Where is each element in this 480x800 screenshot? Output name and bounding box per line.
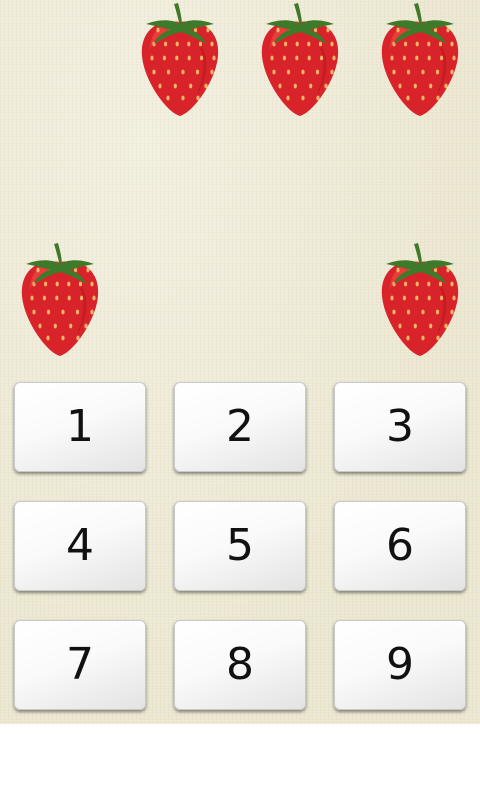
number-key-4[interactable]: 4 <box>14 501 146 591</box>
fruit-slot <box>0 120 120 240</box>
strawberry-icon <box>381 3 459 116</box>
fruit-slot <box>0 240 120 360</box>
strawberry-icon <box>261 3 339 116</box>
fruit-slot <box>120 120 240 240</box>
number-key-2[interactable]: 2 <box>174 382 306 472</box>
key-label: 4 <box>66 520 94 571</box>
key-label: 7 <box>66 639 94 690</box>
number-key-1[interactable]: 1 <box>14 382 146 472</box>
bottom-blank-area <box>0 724 480 800</box>
fruit-slot <box>240 240 360 360</box>
key-label: 1 <box>66 401 94 452</box>
key-label: 8 <box>226 639 254 690</box>
fruit-slot <box>240 0 360 120</box>
number-key-9[interactable]: 9 <box>334 620 466 710</box>
fruit-display <box>0 0 480 360</box>
key-label: 9 <box>386 639 414 690</box>
number-key-3[interactable]: 3 <box>334 382 466 472</box>
number-key-7[interactable]: 7 <box>14 620 146 710</box>
key-label: 3 <box>386 401 414 452</box>
number-key-5[interactable]: 5 <box>174 501 306 591</box>
fruit-slot <box>120 0 240 120</box>
strawberry-icon <box>141 3 219 116</box>
strawberry-icon <box>381 243 459 356</box>
number-keypad: 1 2 3 4 5 6 7 8 9 <box>0 380 480 720</box>
fruit-slot <box>360 0 480 120</box>
fruit-slot <box>360 240 480 360</box>
number-key-8[interactable]: 8 <box>174 620 306 710</box>
game-board: 1 2 3 4 5 6 7 8 9 <box>0 0 480 724</box>
strawberry-icon <box>21 243 99 356</box>
key-label: 5 <box>226 520 254 571</box>
fruit-slot <box>240 120 360 240</box>
number-key-6[interactable]: 6 <box>334 501 466 591</box>
key-label: 6 <box>386 520 414 571</box>
key-label: 2 <box>226 401 254 452</box>
